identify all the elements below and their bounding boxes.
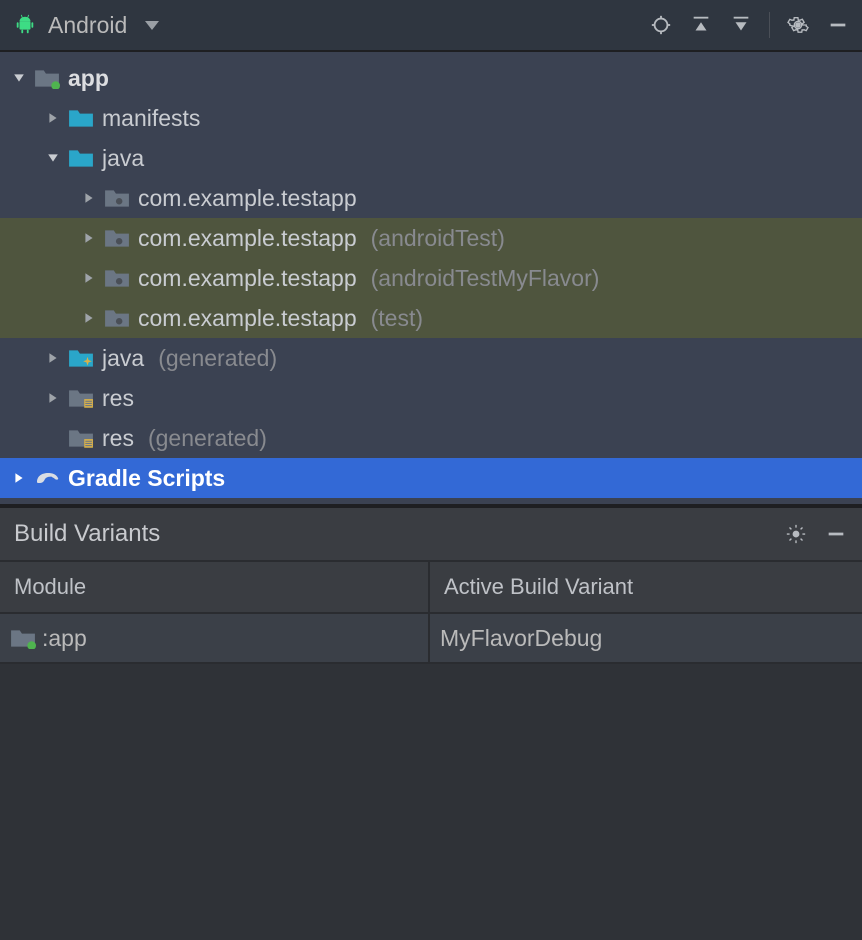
build-variants-panel: Build Variants Module Active Build Varia…: [0, 504, 862, 940]
chevron-right-icon: [82, 271, 96, 285]
folder-icon: [68, 145, 94, 171]
tree-label: manifests: [102, 105, 200, 132]
tree-label: com.example.testapp: [138, 265, 357, 292]
module-folder-icon: [10, 625, 36, 651]
package-icon: [104, 225, 130, 251]
separator: [769, 12, 770, 38]
expand-all-icon[interactable]: [689, 13, 713, 37]
folder-icon: [68, 105, 94, 131]
chevron-spacer: [46, 431, 60, 445]
gradle-icon: [34, 465, 60, 491]
chevron-right-icon: [82, 311, 96, 325]
chevron-right-icon: [82, 191, 96, 205]
view-title: Android: [48, 12, 127, 39]
tree-node-package-androidtest-flavor[interactable]: com.example.testapp (androidTestMyFlavor…: [0, 258, 862, 298]
tree-label: com.example.testapp: [138, 305, 357, 332]
panel-title: Build Variants: [14, 520, 160, 548]
android-robot-icon: [12, 12, 38, 38]
toolbar-actions: [649, 12, 850, 38]
package-icon: [104, 185, 130, 211]
tree-suffix: (test): [371, 305, 423, 332]
column-header-variant: Active Build Variant: [430, 562, 862, 612]
column-header-module: Module: [0, 562, 430, 612]
res-folder-icon: [68, 425, 94, 451]
variant-value: MyFlavorDebug: [440, 625, 602, 652]
minimize-icon[interactable]: [824, 522, 848, 546]
tree-node-manifests[interactable]: manifests: [0, 98, 862, 138]
tree-label: res: [102, 385, 134, 412]
chevron-right-icon: [46, 111, 60, 125]
package-icon: [104, 265, 130, 291]
chevron-down-icon: [46, 151, 60, 165]
tree-label: java: [102, 145, 144, 172]
build-variants-row[interactable]: :app MyFlavorDebug: [0, 612, 862, 664]
module-cell: :app: [0, 614, 430, 662]
tree-node-gradle-scripts[interactable]: Gradle Scripts: [0, 458, 862, 498]
build-variants-table-header: Module Active Build Variant: [0, 560, 862, 612]
chevron-right-icon: [82, 231, 96, 245]
generated-folder-icon: [68, 345, 94, 371]
tree-label: com.example.testapp: [138, 185, 357, 212]
tree-suffix: (generated): [158, 345, 277, 372]
build-variants-header: Build Variants: [0, 508, 862, 560]
target-icon[interactable]: [649, 13, 673, 37]
res-folder-icon: [68, 385, 94, 411]
tree-node-res-generated[interactable]: res (generated): [0, 418, 862, 458]
chevron-right-icon: [46, 391, 60, 405]
tree-node-java[interactable]: java: [0, 138, 862, 178]
module-folder-icon: [34, 65, 60, 91]
tree-node-package-main[interactable]: com.example.testapp: [0, 178, 862, 218]
chevron-right-icon: [46, 351, 60, 365]
package-icon: [104, 305, 130, 331]
tree-node-package-androidtest[interactable]: com.example.testapp (androidTest): [0, 218, 862, 258]
project-view-toolbar: Android: [0, 0, 862, 52]
view-selector[interactable]: Android: [12, 12, 159, 39]
minimize-icon[interactable]: [826, 13, 850, 37]
module-name: :app: [42, 625, 87, 652]
tree-suffix: (generated): [148, 425, 267, 452]
gear-icon[interactable]: [786, 13, 810, 37]
tree-suffix: (androidTest): [371, 225, 505, 252]
tree-label: app: [68, 65, 109, 92]
gear-icon[interactable]: [784, 522, 808, 546]
tree-node-java-generated[interactable]: java (generated): [0, 338, 862, 378]
tree-label: com.example.testapp: [138, 225, 357, 252]
tree-label: java: [102, 345, 144, 372]
collapse-all-icon[interactable]: [729, 13, 753, 37]
tree-label: res: [102, 425, 134, 452]
tree-suffix: (androidTestMyFlavor): [371, 265, 600, 292]
project-tree: app manifests java com.example.testapp c…: [0, 52, 862, 504]
tree-label: Gradle Scripts: [68, 465, 225, 492]
tree-node-package-test[interactable]: com.example.testapp (test): [0, 298, 862, 338]
tree-node-res[interactable]: res: [0, 378, 862, 418]
tree-node-app[interactable]: app: [0, 58, 862, 98]
build-variants-empty-area: [0, 664, 862, 940]
chevron-down-icon: [145, 21, 159, 30]
chevron-down-icon: [12, 71, 26, 85]
variant-cell[interactable]: MyFlavorDebug: [430, 614, 862, 662]
chevron-right-icon: [12, 471, 26, 485]
